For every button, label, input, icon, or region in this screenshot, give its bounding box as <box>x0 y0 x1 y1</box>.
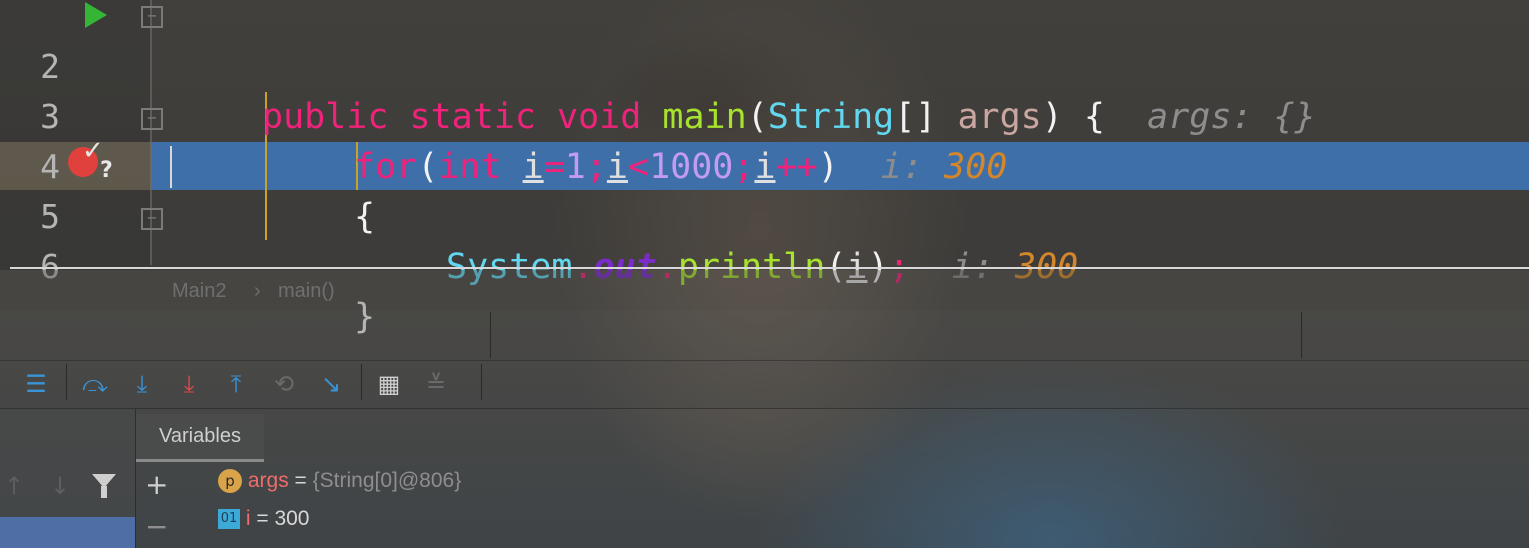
code-line-7-clip: 7 } <box>0 242 1529 267</box>
code-line-6[interactable]: 6 } <box>0 192 1529 337</box>
debug-panel-header <box>0 310 1529 361</box>
variable-eq: = <box>288 469 313 492</box>
variable-value: {String[0]@806} <box>312 469 462 492</box>
fold-marker-icon[interactable]: − <box>141 208 163 230</box>
variable-eq: = <box>250 507 275 530</box>
fold-marker-icon[interactable]: − <box>141 108 163 130</box>
evaluate-expression-icon[interactable]: ▦ <box>375 370 403 398</box>
step-into-icon[interactable]: ⤓ <box>128 370 156 398</box>
filter-icon-stem <box>101 486 107 498</box>
primitive-icon: 01 <box>218 509 240 530</box>
code-line-7[interactable]: 7 } <box>0 242 1529 267</box>
breadcrumb-method[interactable]: main() <box>278 280 335 303</box>
force-step-into-icon[interactable]: ⤓ <box>175 370 203 398</box>
fold-marker-icon[interactable]: − <box>141 6 163 28</box>
toolbar-separator <box>361 364 362 400</box>
breadcrumb-separator: › <box>254 280 261 302</box>
step-out-icon[interactable]: ⤒ <box>222 370 250 398</box>
run-gutter-icon[interactable] <box>85 2 107 28</box>
show-frames-icon[interactable]: ☰ <box>22 370 50 398</box>
code-line-3[interactable]: 3 for(int i=1;i<1000;i++) i: 300 <box>0 42 1529 187</box>
tab-variables[interactable]: Variables <box>136 414 264 462</box>
add-watch-icon[interactable]: + <box>145 468 168 501</box>
breadcrumb-class[interactable]: Main2 <box>172 280 226 303</box>
parameter-icon: p <box>218 469 242 494</box>
trace-icon[interactable]: ≚ <box>422 370 450 398</box>
panel-divider <box>490 312 491 358</box>
code-line-4[interactable]: 4 { <box>0 92 1529 237</box>
selected-frame-row[interactable] <box>0 517 135 548</box>
variable-name: args <box>247 469 289 492</box>
arrow-down-icon[interactable]: ↓ <box>50 472 70 500</box>
toolbar-separator <box>481 364 482 400</box>
run-to-cursor-icon[interactable]: ↘ <box>317 370 345 398</box>
editor-bottom-border <box>10 267 1529 269</box>
drop-frame-icon[interactable]: ⟲ <box>270 370 298 398</box>
breakpoint-question-icon: ? <box>100 158 113 183</box>
breadcrumb: Main2 › main() <box>0 270 1529 310</box>
variable-row[interactable]: 01 i = 300 <box>218 507 310 531</box>
variable-value: 300 <box>274 507 310 530</box>
toolbar-separator <box>66 364 67 400</box>
arrow-up-icon[interactable]: ↑ <box>4 472 24 500</box>
panel-divider <box>1301 312 1302 358</box>
remove-watch-icon[interactable]: − <box>145 510 168 543</box>
variable-row[interactable]: p args = {String[0]@806} <box>218 469 462 494</box>
code-line-2[interactable]: 2 public static void main(String[] args)… <box>0 0 1529 137</box>
code-line-5[interactable]: 5 System.out.println(i); i: 300 <box>0 142 1529 287</box>
step-over-icon[interactable]: ⤼ <box>81 370 109 398</box>
